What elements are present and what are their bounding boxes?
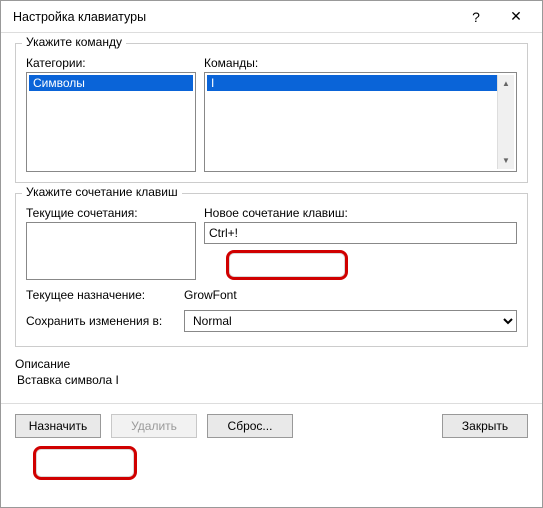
annotation-highlight <box>33 446 137 480</box>
close-dialog-button[interactable]: Закрыть <box>442 414 528 438</box>
current-shortcuts-listbox[interactable] <box>26 222 196 280</box>
list-item[interactable]: Символы <box>29 75 193 91</box>
assign-button[interactable]: Назначить <box>15 414 101 438</box>
close-icon: ✕ <box>510 8 522 25</box>
help-button[interactable]: ? <box>456 3 496 31</box>
commands-label: Команды: <box>204 56 517 70</box>
new-shortcut-label: Новое сочетание клавиш: <box>204 206 517 220</box>
save-in-label: Сохранить изменения в: <box>26 314 176 328</box>
save-in-combo[interactable]: Normal <box>184 310 517 332</box>
group-shortcut: Укажите сочетание клавиш Текущие сочетан… <box>15 193 528 347</box>
current-shortcuts-label: Текущие сочетания: <box>26 206 196 220</box>
commands-listbox[interactable]: I ▲ ▼ <box>204 72 517 172</box>
reset-button[interactable]: Сброс... <box>207 414 293 438</box>
window-title: Настройка клавиатуры <box>13 10 456 24</box>
help-icon: ? <box>472 9 480 25</box>
button-row: Назначить Удалить Сброс... Закрыть <box>1 403 542 438</box>
categories-listbox[interactable]: Символы <box>26 72 196 172</box>
group-shortcut-legend: Укажите сочетание клавиш <box>22 185 182 199</box>
categories-label: Категории: <box>26 56 196 70</box>
group-command: Укажите команду Категории: Символы Коман… <box>15 43 528 183</box>
new-shortcut-input[interactable]: Ctrl+! <box>204 222 517 244</box>
description-text: Вставка символа I <box>17 373 528 387</box>
group-command-legend: Укажите команду <box>22 35 126 49</box>
assigned-label: Текущее назначение: <box>26 288 176 302</box>
scrollbar[interactable]: ▲ ▼ <box>497 75 514 169</box>
dialog-content: Укажите команду Категории: Символы Коман… <box>1 33 542 397</box>
close-button[interactable]: ✕ <box>496 3 536 31</box>
scroll-up-icon[interactable]: ▲ <box>498 75 514 92</box>
list-item[interactable]: I <box>207 75 497 91</box>
description-title: Описание <box>15 357 528 371</box>
titlebar: Настройка клавиатуры ? ✕ <box>1 1 542 33</box>
scroll-track[interactable] <box>498 92 514 152</box>
scroll-down-icon[interactable]: ▼ <box>498 152 514 169</box>
remove-button: Удалить <box>111 414 197 438</box>
assigned-value: GrowFont <box>184 288 237 302</box>
